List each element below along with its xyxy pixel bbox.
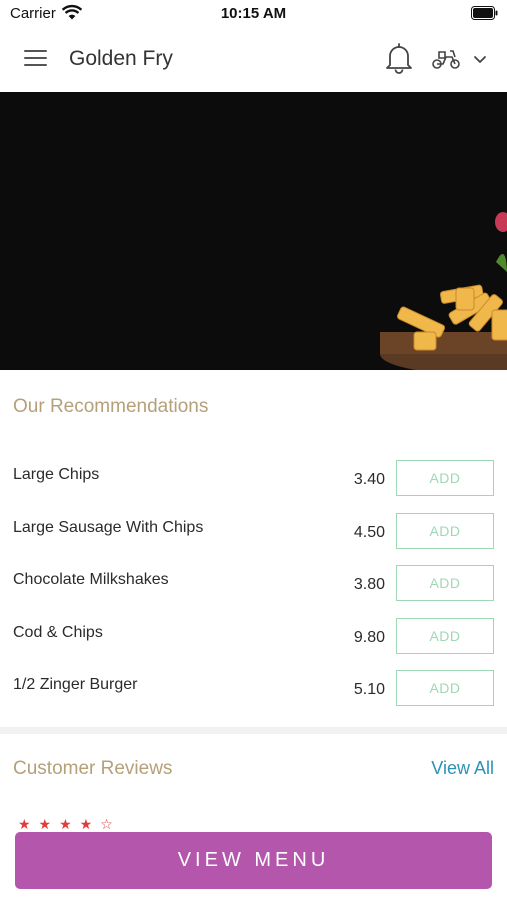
- item-name: Cod & Chips: [13, 624, 103, 641]
- item-price: 3.80: [353, 576, 385, 593]
- bell-icon[interactable]: [385, 42, 413, 74]
- section-divider: [0, 727, 507, 734]
- view-menu-button[interactable]: VIEW MENU: [15, 832, 492, 889]
- add-button[interactable]: ADD: [396, 565, 494, 601]
- hamburger-menu-icon[interactable]: [24, 50, 47, 68]
- item-name: Large Sausage With Chips: [13, 519, 204, 536]
- status-time: 10:15 AM: [220, 5, 287, 22]
- reviews-title: Customer Reviews: [13, 758, 173, 779]
- view-all-link[interactable]: View All: [431, 758, 494, 779]
- chevron-down-icon[interactable]: [473, 54, 487, 64]
- recommendation-item: 1/2 Zinger Burger 5.10 ADD: [0, 670, 507, 722]
- recommendation-item: Large Sausage With Chips 4.50 ADD: [0, 513, 507, 565]
- item-price: 3.40: [353, 471, 385, 488]
- item-price: 5.10: [353, 681, 385, 698]
- item-price: 4.50: [353, 524, 385, 541]
- delivery-scooter-icon[interactable]: [431, 48, 461, 70]
- item-name: Chocolate Milkshakes: [13, 571, 169, 588]
- add-button[interactable]: ADD: [396, 670, 494, 706]
- recommendations-title: Our Recommendations: [13, 396, 209, 417]
- app-header: Golden Fry: [0, 28, 507, 92]
- rating-stars-icon: ★★★★☆: [18, 816, 121, 832]
- battery-icon: [471, 6, 498, 20]
- recommendation-item: Large Chips 3.40 ADD: [0, 460, 507, 512]
- status-bar: Carrier 10:15 AM: [0, 0, 507, 28]
- app-title: Golden Fry: [69, 47, 173, 70]
- item-name: Large Chips: [13, 466, 100, 483]
- add-button[interactable]: ADD: [396, 460, 494, 496]
- hero-banner-image: [0, 92, 507, 370]
- fries-food-illustration: [380, 212, 507, 370]
- add-button[interactable]: ADD: [396, 513, 494, 549]
- item-price: 9.80: [353, 629, 385, 646]
- recommendation-item: Chocolate Milkshakes 3.80 ADD: [0, 565, 507, 617]
- add-button[interactable]: ADD: [396, 618, 494, 654]
- recommendation-item: Cod & Chips 9.80 ADD: [0, 618, 507, 670]
- item-name: 1/2 Zinger Burger: [13, 676, 138, 693]
